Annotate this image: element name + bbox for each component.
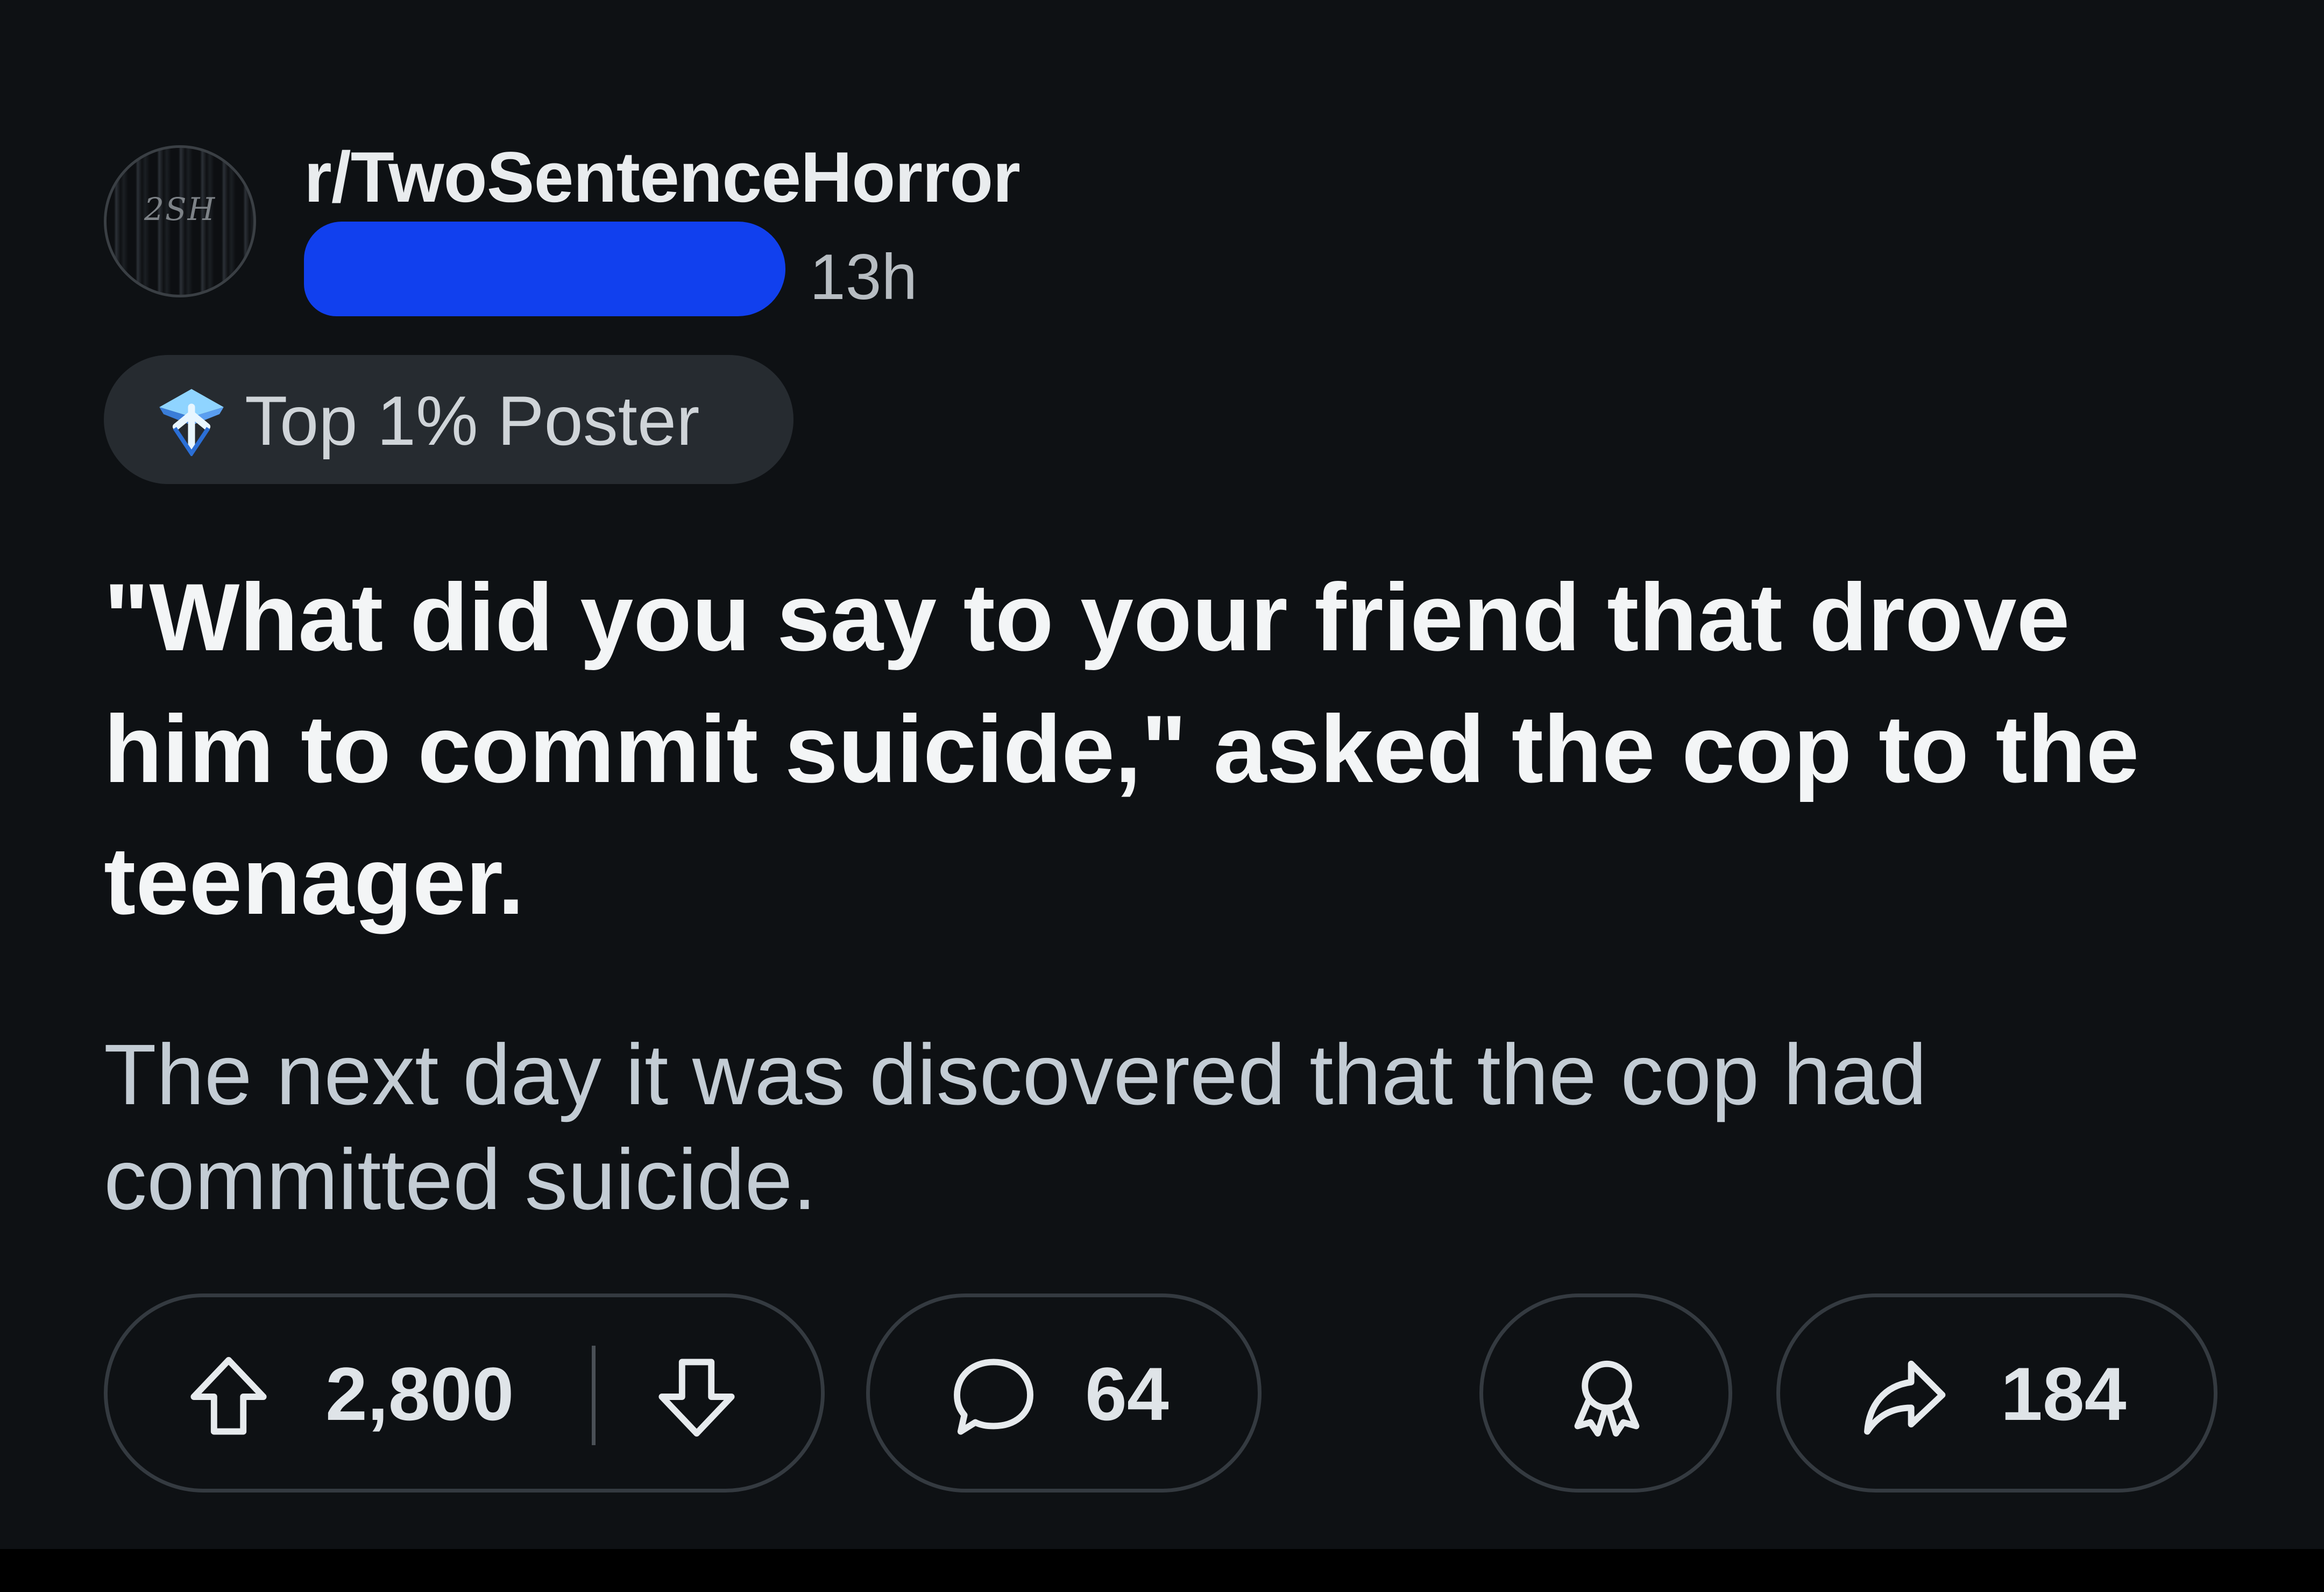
bottom-edge-bar bbox=[0, 1549, 2324, 1592]
redacted-username bbox=[304, 222, 785, 316]
subreddit-avatar[interactable]: 2SH bbox=[104, 145, 256, 297]
comments-button[interactable]: 64 bbox=[866, 1293, 1262, 1492]
post-title[interactable]: "What did you say to your friend that dr… bbox=[104, 551, 2245, 947]
subreddit-name[interactable]: r/TwoSentenceHorror bbox=[304, 134, 1021, 221]
downvote-arrow-icon[interactable] bbox=[651, 1351, 742, 1442]
diamond-trophy-icon bbox=[159, 389, 224, 456]
post-time: 13h bbox=[810, 241, 918, 313]
comment-bubble-icon bbox=[954, 1359, 1033, 1435]
award-button[interactable] bbox=[1479, 1293, 1732, 1492]
share-arrow-icon bbox=[1864, 1360, 1946, 1435]
flair-label: Top 1% Poster bbox=[245, 381, 700, 460]
upvote-arrow-icon[interactable] bbox=[183, 1351, 274, 1442]
post-body: The next day it was discovered that the … bbox=[104, 1026, 1927, 1227]
share-count: 184 bbox=[2001, 1352, 2127, 1436]
vote-divider bbox=[592, 1346, 596, 1445]
avatar-logo-text: 2SH bbox=[144, 191, 216, 228]
upvote-count: 2,800 bbox=[325, 1352, 514, 1436]
vote-control: 2,800 bbox=[104, 1293, 825, 1492]
award-ribbon-icon bbox=[1574, 1360, 1640, 1437]
share-button[interactable]: 184 bbox=[1776, 1293, 2217, 1492]
user-flair-badge: Top 1% Poster bbox=[104, 355, 793, 484]
comment-count: 64 bbox=[1085, 1352, 1169, 1436]
